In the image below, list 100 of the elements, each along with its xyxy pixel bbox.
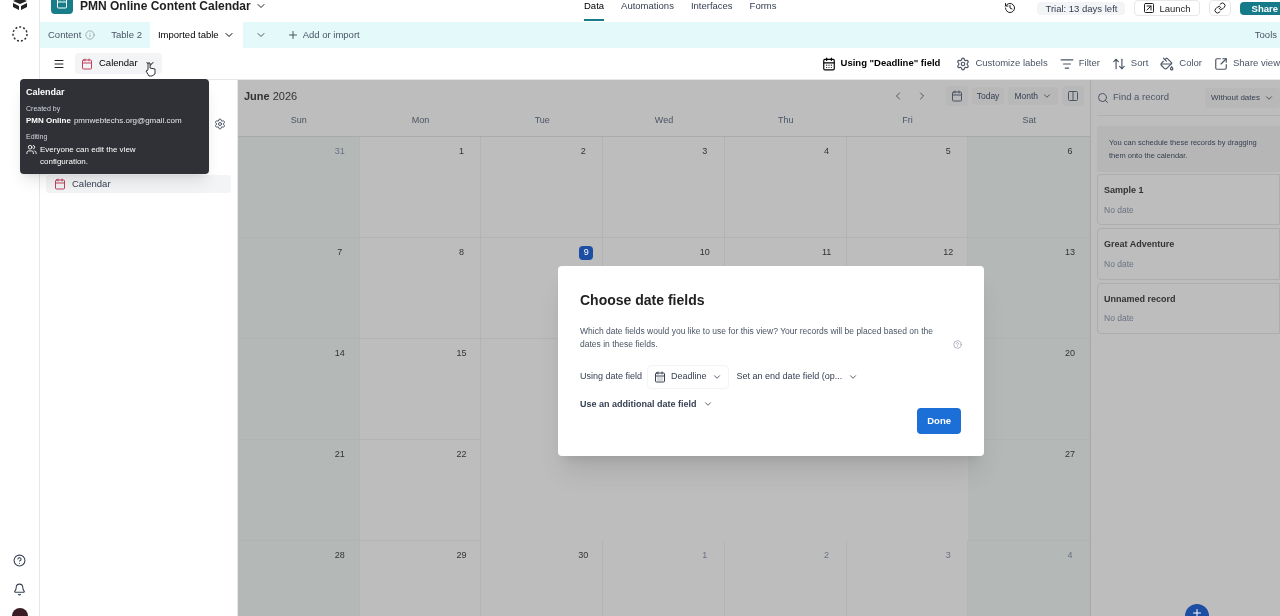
toolbar-button[interactable]: Share view	[1214, 56, 1280, 71]
paint-bucket-icon	[1160, 56, 1175, 71]
base-title[interactable]: PMN Online Content Calendar	[80, 0, 251, 13]
table-tab[interactable]: Table 2	[103, 22, 150, 48]
logo-icon[interactable]	[11, 0, 28, 10]
toolbar-button[interactable]: Using "Deadline" field	[821, 56, 941, 71]
day-number: 12	[942, 246, 955, 260]
toolbar-button[interactable]: Filter	[1059, 56, 1100, 71]
calendar-day[interactable]: 3	[603, 137, 725, 238]
columns-icon	[1067, 90, 1079, 102]
weekday-label: Fri	[901, 114, 914, 127]
calendar-day[interactable]: 29	[359, 541, 482, 616]
calendar-day[interactable]: 1	[359, 137, 482, 238]
date-field-dropdown[interactable]: Deadline	[647, 365, 729, 389]
creator-email: pmnwebtechs.org@gmail.com	[73, 115, 182, 127]
dates-dropdown[interactable]: Without dates	[1205, 87, 1280, 108]
toolbar-button[interactable]: Sort	[1111, 56, 1149, 71]
bell-icon[interactable]	[13, 583, 26, 596]
table-tab[interactable]: Content	[40, 22, 104, 48]
editing-text: Everyone can edit the view configuration.	[40, 143, 137, 168]
weekday-label: Mon	[410, 114, 431, 127]
record-date: No date	[1104, 257, 1135, 271]
calendar-day[interactable]: 28	[238, 541, 360, 616]
sidebar-item[interactable]: Calendar	[46, 175, 231, 194]
day-number: 4	[823, 145, 831, 159]
day-number: 3	[701, 145, 709, 159]
calendar-day[interactable]: 13	[968, 238, 1090, 339]
menu-icon[interactable]	[53, 57, 65, 70]
help-icon[interactable]	[13, 554, 26, 567]
calendar-day[interactable]: 15	[359, 339, 482, 440]
day-number: 13	[1064, 246, 1076, 260]
calendar-day[interactable]: 4	[724, 137, 847, 238]
sort-icon	[1111, 56, 1126, 71]
layout-button[interactable]	[1062, 86, 1084, 106]
day-number: 27	[1064, 448, 1076, 462]
calendar-day[interactable]: 30	[481, 541, 604, 616]
day-number: 7	[336, 246, 344, 260]
nav-tab[interactable]: Forms	[749, 0, 777, 21]
tools-button[interactable]: Tools	[1254, 22, 1280, 48]
share-icon	[1214, 56, 1228, 71]
calendar-icon	[821, 56, 836, 71]
calendar-icon	[54, 178, 66, 191]
date-picker-button[interactable]	[945, 86, 968, 106]
day-number: 22	[455, 448, 468, 462]
record-card[interactable]: Sample 1 No date	[1097, 174, 1280, 226]
info-icon	[85, 30, 96, 40]
day-number: 11	[820, 246, 833, 260]
day-number: 10	[698, 246, 711, 260]
record-card[interactable]: Unnamed record No date	[1097, 282, 1280, 334]
creator-name: PMN Online	[26, 115, 71, 127]
range-dropdown[interactable]: Month	[1008, 86, 1058, 106]
view-switcher[interactable]: Calendar	[75, 53, 162, 74]
day-number: 1	[457, 145, 465, 159]
day-number: 4	[1066, 549, 1074, 563]
day-number: 20	[1064, 347, 1076, 361]
trial-badge[interactable]: Trial: 13 days left	[1037, 1, 1126, 15]
done-button[interactable]: Done	[917, 407, 961, 434]
record-name: Great Adventure	[1104, 238, 1176, 252]
calendar-day[interactable]: 7	[238, 238, 360, 339]
add-table-button[interactable]: Add or import	[278, 22, 368, 48]
day-number: 2	[823, 549, 831, 563]
plus-icon	[286, 29, 299, 41]
gear-icon[interactable]	[214, 118, 226, 130]
filter-icon	[1059, 56, 1074, 71]
search-field[interactable]: Find a record	[1097, 90, 1200, 105]
share-button[interactable]: Share	[1239, 1, 1280, 15]
history-icon[interactable]	[1004, 2, 1017, 14]
record-card[interactable]: Great Adventure No date	[1097, 228, 1280, 280]
plus-icon	[1191, 607, 1203, 616]
caret-icon	[1042, 91, 1052, 101]
toolbar-button[interactable]: Color	[1160, 56, 1202, 71]
calendar-day[interactable]: 2	[481, 137, 604, 238]
additional-field-dropdown[interactable]: Use an additional date field	[580, 397, 713, 411]
end-date-dropdown[interactable]: Set an end date field (op...	[736, 370, 859, 384]
calendar-day[interactable]: 27	[968, 440, 1090, 541]
day-number: 31	[333, 145, 346, 159]
weekday-label: Thu	[776, 114, 795, 127]
day-number: 2	[579, 145, 587, 159]
calendar-day[interactable]: 21	[238, 440, 360, 541]
nav-tab[interactable]: Automations	[621, 0, 674, 21]
toolbar-button[interactable]: Customize labels	[956, 56, 1048, 71]
day-number: 8	[457, 246, 465, 260]
link-button[interactable]	[1208, 0, 1231, 16]
day-number: 1	[701, 549, 709, 563]
weekday-label: Sun	[289, 114, 308, 127]
day-number: 3	[944, 549, 952, 563]
nav-tab[interactable]: Interfaces	[690, 0, 733, 21]
record-name: Unnamed record	[1104, 292, 1177, 306]
record-name: Sample 1	[1104, 184, 1145, 197]
calendar-day[interactable]: 14	[238, 339, 360, 440]
today-button[interactable]: Today	[971, 86, 1005, 106]
calendar-day[interactable]: 22	[359, 440, 482, 541]
launch-button[interactable]: Launch	[1134, 0, 1200, 16]
calendar-icon	[950, 90, 963, 102]
record-date: No date	[1104, 312, 1135, 325]
table-tab[interactable]: Imported table	[149, 22, 243, 48]
calendar-day[interactable]: 8	[359, 238, 482, 339]
loading-icon	[10, 25, 29, 43]
day-number: 9	[579, 246, 594, 260]
calendar-day[interactable]: 6	[968, 137, 1090, 238]
